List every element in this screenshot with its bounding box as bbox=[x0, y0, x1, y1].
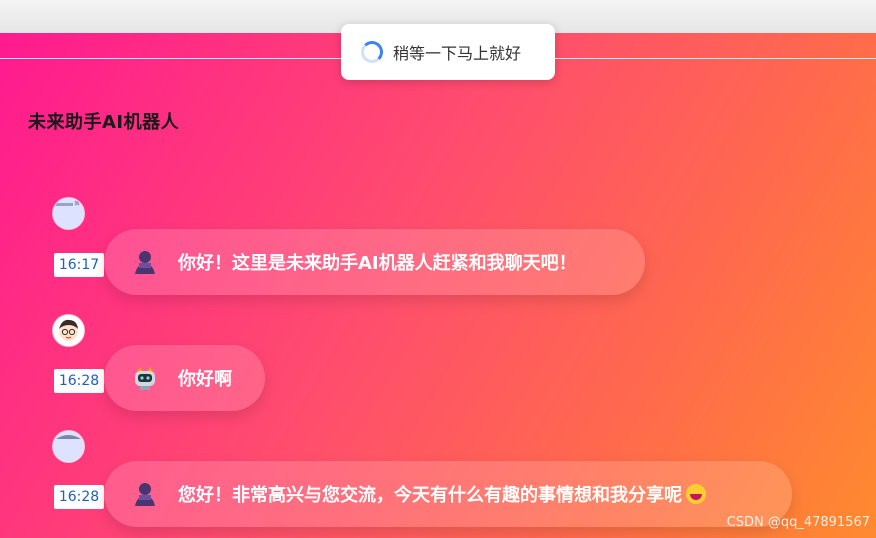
message-text: 您好！非常高兴与您交流，今天有什么有趣的事情想和我分享呢 bbox=[178, 481, 706, 507]
message-time: 16:17 bbox=[54, 253, 104, 277]
user-icon bbox=[135, 483, 155, 506]
message-text: 你好啊 bbox=[178, 369, 232, 390]
message-text: 你好！这里是未来助手AI机器人赶紧和我聊天吧！ bbox=[178, 253, 577, 274]
robot-icon bbox=[135, 367, 155, 390]
toast-text: 稍等一下马上就好 bbox=[393, 44, 522, 63]
message-bubble[interactable]: 您好！非常高兴与您交流，今天有什么有趣的事情想和我分享呢 bbox=[104, 461, 792, 527]
message-bubble[interactable]: 你好啊 bbox=[104, 345, 265, 411]
boy-face-avatar[interactable] bbox=[53, 315, 84, 346]
grinning-emoji-icon bbox=[686, 484, 706, 504]
user-icon bbox=[135, 251, 155, 274]
watermark: CSDN @qq_47891567 bbox=[726, 515, 870, 530]
message-bubble[interactable]: 你好！这里是未来助手AI机器人赶紧和我聊天吧！ bbox=[104, 229, 645, 295]
message-time: 16:28 bbox=[54, 485, 104, 509]
avatar-placeholder[interactable] bbox=[53, 431, 84, 462]
message-time: 16:28 bbox=[54, 369, 104, 393]
page-title: 未来助手AI机器人 bbox=[28, 112, 180, 133]
loading-toast: 稍等一下马上就好 bbox=[341, 24, 555, 80]
spinner-icon bbox=[361, 41, 383, 63]
avatar-placeholder[interactable] bbox=[53, 198, 84, 229]
